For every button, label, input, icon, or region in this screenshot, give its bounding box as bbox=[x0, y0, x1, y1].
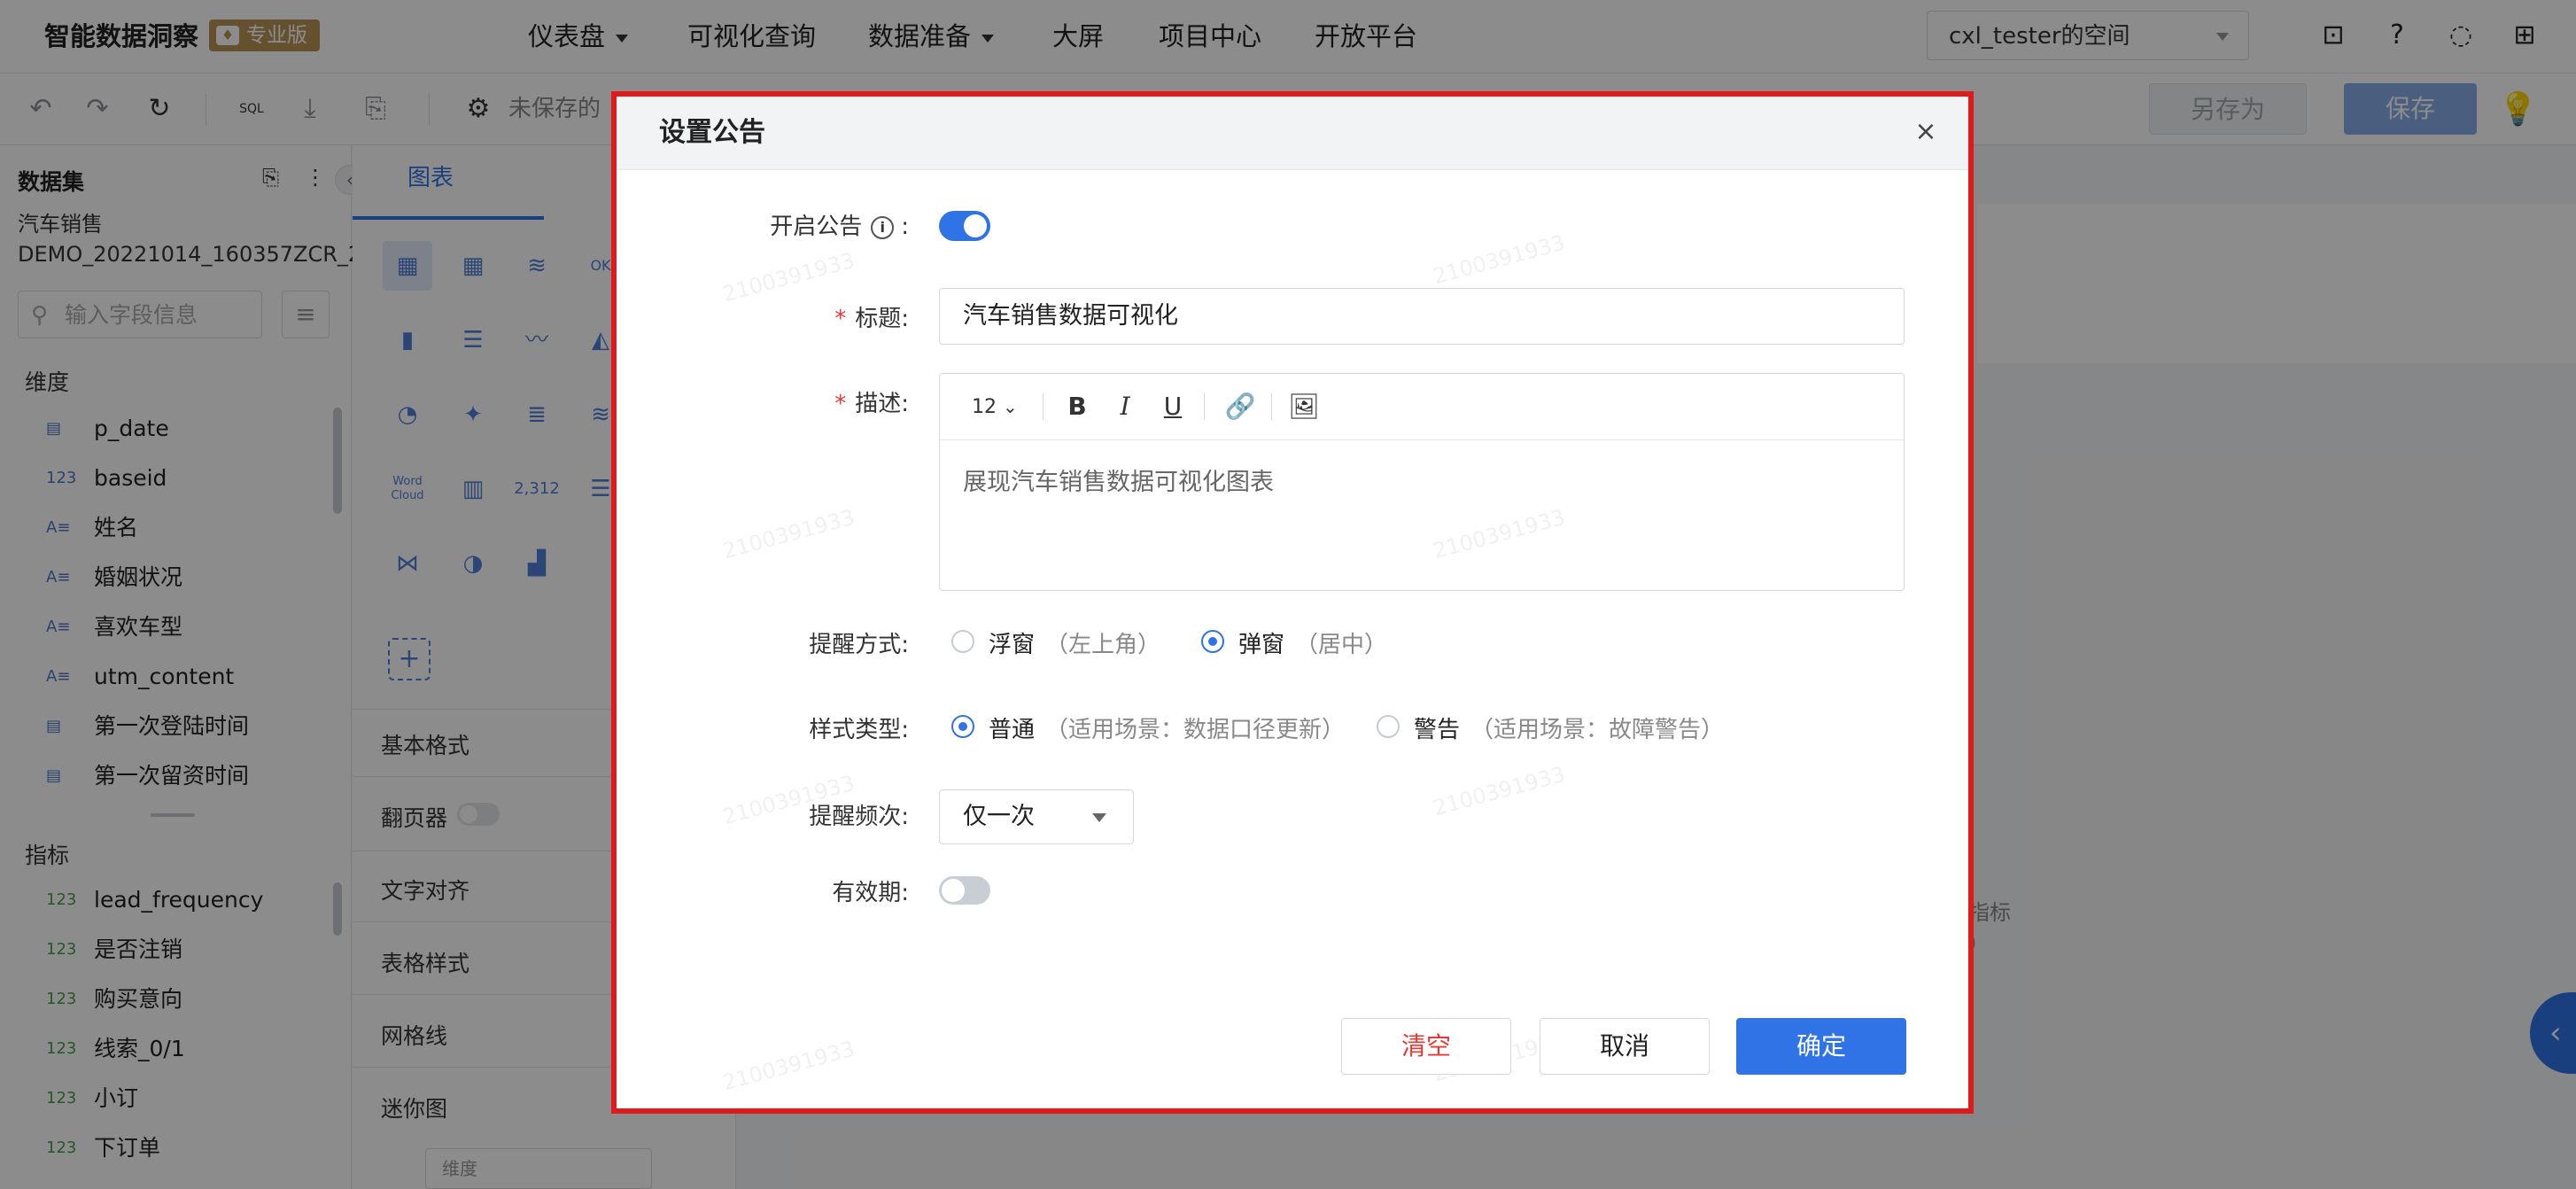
toolbar-divider bbox=[1043, 393, 1044, 420]
close-icon[interactable]: × bbox=[1906, 113, 1945, 152]
title-input[interactable]: 汽车销售数据可视化 bbox=[939, 288, 1905, 345]
radio-warning[interactable] bbox=[1377, 715, 1400, 738]
desc-label-row: * 描述: bbox=[634, 385, 909, 418]
radio-normal[interactable] bbox=[951, 715, 974, 738]
frequency-label: 提醒频次: bbox=[809, 804, 909, 830]
required-mark: * bbox=[834, 391, 847, 417]
enable-label: 开启公告 bbox=[770, 214, 863, 240]
info-icon[interactable]: i bbox=[871, 215, 895, 239]
title-label: 标题: bbox=[855, 306, 909, 332]
title-label-row: * 标题: bbox=[634, 300, 909, 333]
link-icon[interactable]: 🔗 bbox=[1223, 390, 1257, 424]
chevron-down-icon: ⌄ bbox=[1003, 396, 1018, 417]
confirm-button[interactable]: 确定 bbox=[1736, 1018, 1906, 1075]
radio-popup-hint: （居中） bbox=[1295, 632, 1388, 658]
frequency-select[interactable]: 仅一次 bbox=[939, 789, 1134, 844]
underline-icon[interactable]: U bbox=[1156, 390, 1190, 424]
description-editor[interactable]: 12 ⌄ B I U 🔗 🖼 展现汽车销售数据可视化图表 bbox=[939, 373, 1905, 591]
enable-announcement-toggle[interactable] bbox=[939, 211, 990, 241]
cancel-button[interactable]: 取消 bbox=[1540, 1018, 1710, 1075]
radio-popup[interactable] bbox=[1201, 630, 1224, 653]
radio-warning-label[interactable]: 警告 bbox=[1414, 711, 1460, 744]
toolbar-divider bbox=[1271, 393, 1272, 420]
bold-icon[interactable]: B bbox=[1060, 390, 1094, 424]
dialog-title: 设置公告 bbox=[659, 117, 765, 148]
desc-label: 描述: bbox=[855, 391, 909, 417]
validity-toggle[interactable] bbox=[939, 876, 990, 905]
radio-warning-hint: （适用场景：故障警告） bbox=[1470, 717, 1725, 743]
dialog-header: 设置公告 × bbox=[617, 97, 1968, 170]
radio-float-hint: （左上角） bbox=[1045, 632, 1161, 658]
required-mark: * bbox=[834, 306, 847, 332]
frequency-select-value: 仅一次 bbox=[963, 803, 1035, 830]
font-size-select[interactable]: 12 ⌄ bbox=[972, 390, 1018, 424]
watermark: 2100391933 bbox=[719, 247, 857, 307]
radio-float-label[interactable]: 浮窗 bbox=[989, 626, 1035, 659]
caret-down-icon bbox=[1092, 813, 1106, 822]
image-icon[interactable]: 🖼 bbox=[1287, 390, 1321, 424]
title-input-value: 汽车销售数据可视化 bbox=[963, 302, 1178, 330]
validity-label: 有效期: bbox=[832, 880, 909, 906]
style-label: 样式类型: bbox=[809, 717, 909, 743]
announcement-dialog: 设置公告 × 2100391933 2100391933 2100391933 … bbox=[611, 91, 1974, 1114]
enable-label-row: 开启公告 i: bbox=[634, 208, 909, 241]
radio-float[interactable] bbox=[951, 630, 974, 653]
description-text[interactable]: 展现汽车销售数据可视化图表 bbox=[963, 462, 1274, 497]
watermark: 2100391933 bbox=[719, 504, 857, 564]
rich-text-toolbar: 12 ⌄ B I U 🔗 🖼 bbox=[940, 374, 1904, 440]
remind-label: 提醒方式: bbox=[809, 632, 909, 658]
clear-button[interactable]: 清空 bbox=[1341, 1018, 1511, 1075]
watermark: 2100391933 bbox=[1430, 229, 1568, 290]
watermark: 2100391933 bbox=[1430, 761, 1568, 821]
watermark: 2100391933 bbox=[719, 1036, 857, 1096]
radio-normal-hint: （适用场景：数据口径更新） bbox=[1045, 717, 1346, 743]
italic-icon[interactable]: I bbox=[1108, 390, 1142, 424]
radio-popup-label[interactable]: 弹窗 bbox=[1238, 626, 1284, 659]
toolbar-divider bbox=[1204, 393, 1205, 420]
label-colon: : bbox=[901, 214, 909, 240]
radio-normal-label[interactable]: 普通 bbox=[989, 711, 1035, 744]
font-size-value: 12 bbox=[972, 396, 997, 418]
